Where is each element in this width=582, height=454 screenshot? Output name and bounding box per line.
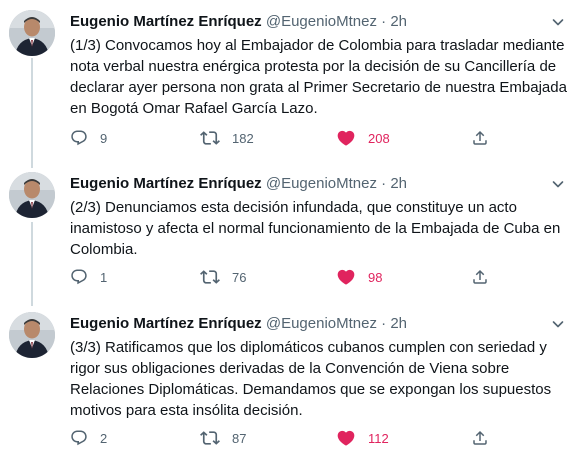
share-button[interactable] <box>471 266 489 288</box>
like-count: 98 <box>368 269 383 285</box>
retweet-icon <box>200 270 220 284</box>
chevron-down-icon[interactable] <box>548 12 568 32</box>
reply-count: 2 <box>100 430 108 446</box>
reply-icon <box>71 269 87 285</box>
tweet-text: (1/3) Convocamos hoy al Embajador de Col… <box>70 37 567 117</box>
retweet-count: 182 <box>232 130 254 146</box>
reply-button[interactable]: 2 <box>70 427 107 449</box>
avatar[interactable] <box>9 172 55 218</box>
separator: · <box>381 13 387 30</box>
tweet-header: Eugenio Martínez Enríquez @EugenioMtnez … <box>70 174 407 194</box>
retweet-button[interactable]: 87 <box>200 427 246 449</box>
tweet[interactable]: Eugenio Martínez Enríquez @EugenioMtnez … <box>0 312 582 454</box>
retweet-count: 87 <box>232 430 247 446</box>
share-icon <box>473 430 487 445</box>
reply-button[interactable]: 9 <box>70 127 107 149</box>
tweet-actions: 2 87 112 <box>70 427 510 449</box>
separator: · <box>381 175 387 192</box>
author-name[interactable]: Eugenio Martínez Enríquez <box>70 315 262 332</box>
reply-icon <box>71 430 87 446</box>
tweet[interactable]: Eugenio Martínez Enríquez @EugenioMtnez … <box>0 10 582 160</box>
timestamp[interactable]: 2h <box>390 175 407 192</box>
reply-count: 1 <box>100 269 108 285</box>
tweet-actions: 9 182 208 <box>70 127 510 149</box>
avatar[interactable] <box>9 10 55 56</box>
reply-count: 9 <box>100 130 108 146</box>
author-handle[interactable]: @EugenioMtnez <box>266 13 377 30</box>
tweet-actions: 1 76 98 <box>70 266 510 288</box>
retweet-icon <box>200 431 220 445</box>
reply-icon <box>71 130 87 146</box>
like-count: 112 <box>368 430 389 446</box>
retweet-button[interactable]: 76 <box>200 266 246 288</box>
chevron-down-icon[interactable] <box>548 314 568 334</box>
retweet-icon <box>200 131 220 145</box>
retweet-count: 76 <box>232 269 247 285</box>
like-button[interactable]: 112 <box>336 427 389 449</box>
timestamp[interactable]: 2h <box>390 315 407 332</box>
author-name[interactable]: Eugenio Martínez Enríquez <box>70 175 262 192</box>
share-button[interactable] <box>471 127 489 149</box>
chevron-down-icon[interactable] <box>548 174 568 194</box>
author-name[interactable]: Eugenio Martínez Enríquez <box>70 13 262 30</box>
retweet-button[interactable]: 182 <box>200 127 254 149</box>
author-handle[interactable]: @EugenioMtnez <box>266 175 377 192</box>
heart-icon <box>337 130 355 146</box>
tweet-text: (2/3) Denunciamos esta decisión infundad… <box>70 199 561 258</box>
separator: · <box>381 315 387 332</box>
tweet[interactable]: Eugenio Martínez Enríquez @EugenioMtnez … <box>0 172 582 302</box>
like-button[interactable]: 208 <box>336 127 390 149</box>
avatar[interactable] <box>9 312 55 358</box>
like-button[interactable]: 98 <box>336 266 382 288</box>
tweet-header: Eugenio Martínez Enríquez @EugenioMtnez … <box>70 12 407 32</box>
timestamp[interactable]: 2h <box>390 13 407 30</box>
share-icon <box>473 130 487 145</box>
share-button[interactable] <box>471 427 489 449</box>
share-icon <box>473 269 487 284</box>
author-handle[interactable]: @EugenioMtnez <box>266 315 377 332</box>
heart-icon <box>337 430 355 446</box>
heart-icon <box>337 269 355 285</box>
tweet-text: (3/3) Ratificamos que los diplomáticos c… <box>70 339 552 419</box>
like-count: 208 <box>368 130 390 146</box>
reply-button[interactable]: 1 <box>70 266 107 288</box>
tweet-header: Eugenio Martínez Enríquez @EugenioMtnez … <box>70 314 407 334</box>
